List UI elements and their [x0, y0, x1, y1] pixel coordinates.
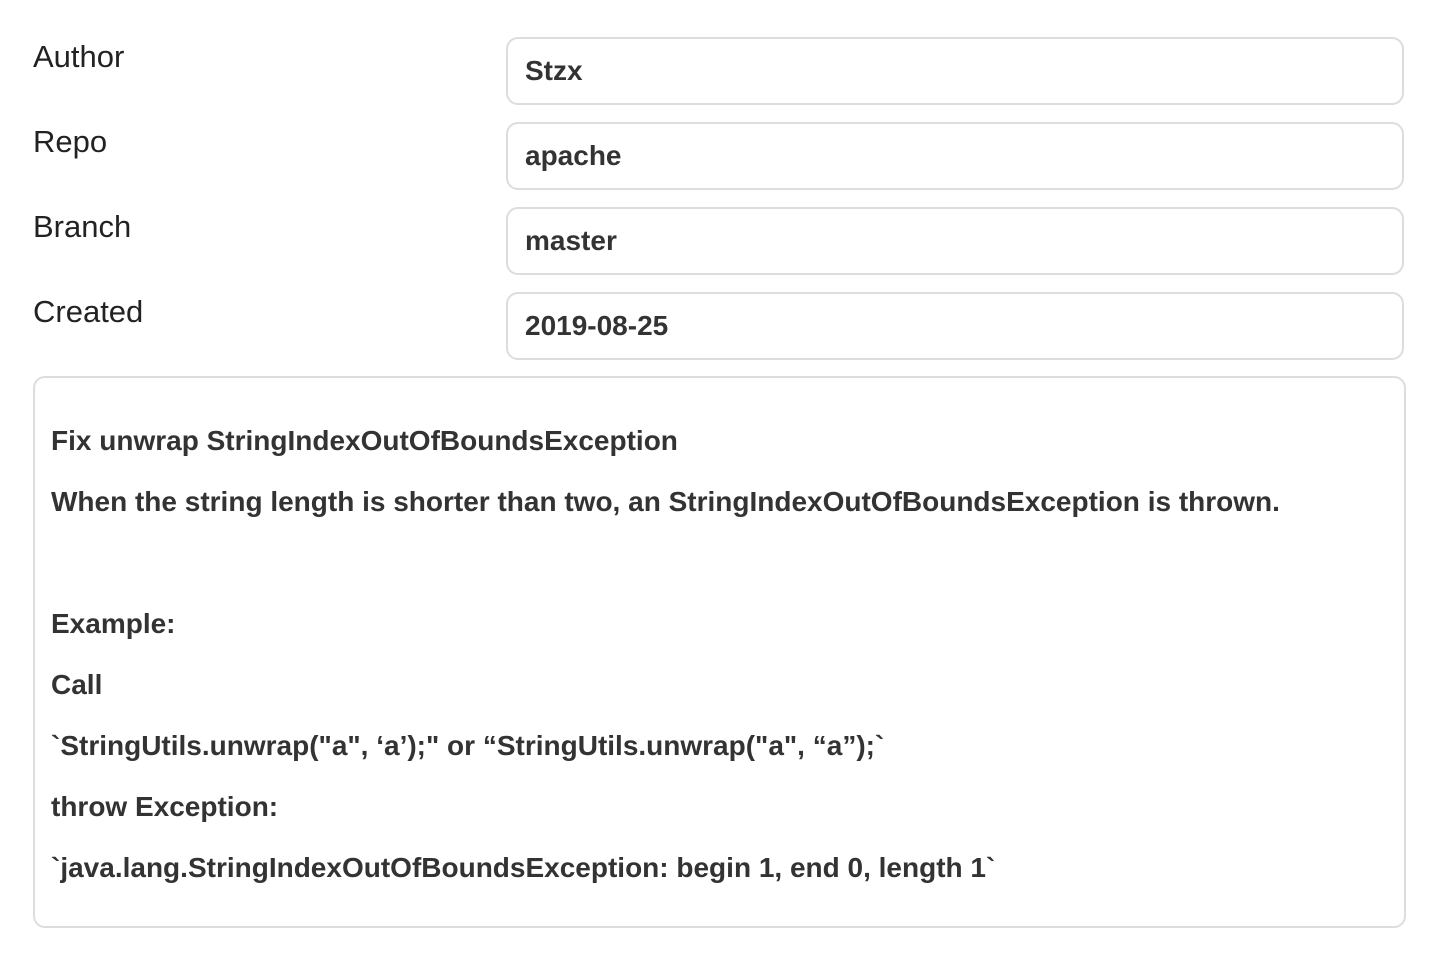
created-field[interactable]: 2019-08-25 [506, 292, 1404, 360]
branch-label: Branch [33, 209, 132, 244]
commit-title: Fix unwrap StringIndexOutOfBoundsExcepti… [51, 425, 678, 456]
branch-field[interactable]: master [506, 207, 1404, 275]
throw-label: throw Exception: [51, 791, 279, 822]
exception-code: `java.lang.StringIndexOutOfBoundsExcepti… [51, 852, 996, 883]
call-label: Call [51, 669, 103, 700]
example-label: Example: [51, 608, 176, 639]
commit-message-box[interactable]: Fix unwrap StringIndexOutOfBoundsExcepti… [33, 376, 1406, 928]
author-row: Author Stzx [0, 37, 1440, 107]
call-code: `StringUtils.unwrap("a", ‘a’);" or “Stri… [51, 730, 885, 761]
author-label: Author [33, 39, 125, 74]
created-label: Created [33, 294, 144, 329]
repo-field[interactable]: apache [506, 122, 1404, 190]
branch-row: Branch master [0, 207, 1440, 277]
commit-description: When the string length is shorter than t… [51, 486, 1280, 517]
repo-row: Repo apache [0, 122, 1440, 192]
repo-label: Repo [33, 124, 108, 159]
created-row: Created 2019-08-25 [0, 292, 1440, 362]
author-field[interactable]: Stzx [506, 37, 1404, 105]
